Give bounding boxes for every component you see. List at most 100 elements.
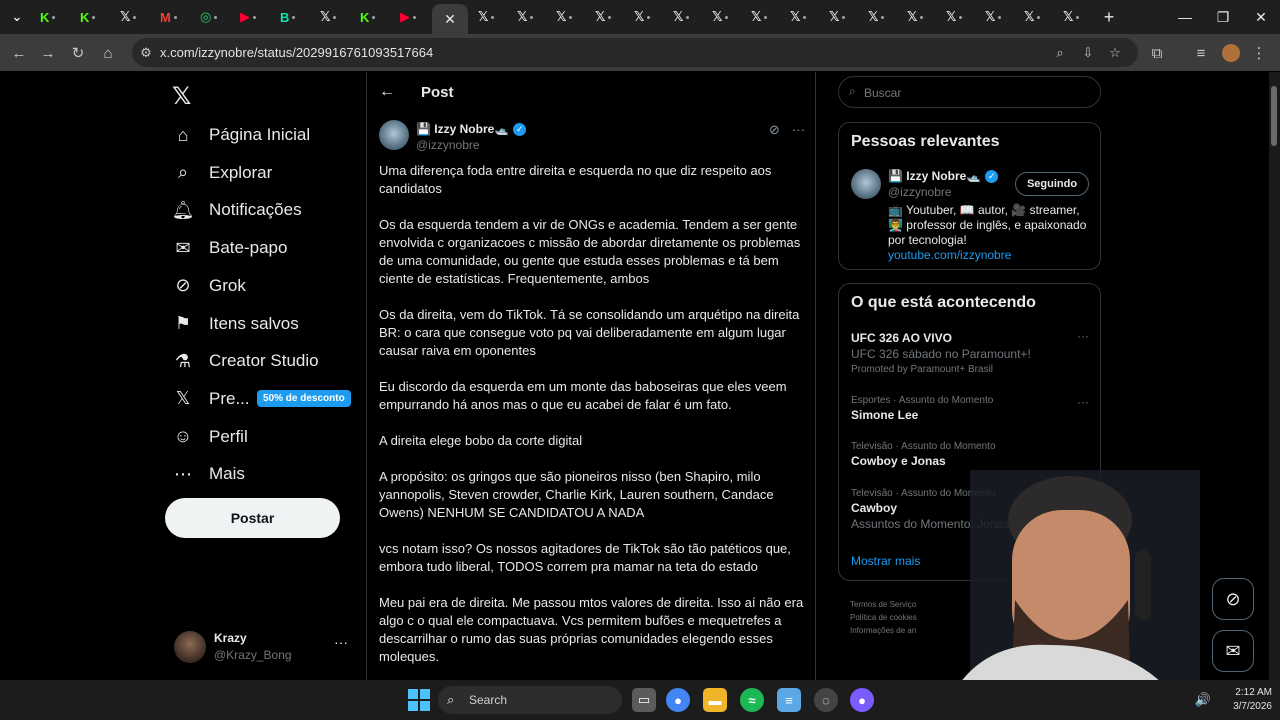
- following-button[interactable]: Seguindo: [1015, 172, 1089, 196]
- back-arrow-icon[interactable]: ←: [379, 83, 395, 101]
- scrollbar-thumb[interactable]: [1271, 86, 1277, 146]
- browser-tab[interactable]: 𝕏: [556, 7, 592, 27]
- browser-tab[interactable]: 𝕏: [829, 7, 865, 27]
- more-options-icon[interactable]: ···: [1077, 329, 1089, 343]
- browser-tab[interactable]: 𝕏: [595, 7, 631, 27]
- url-text[interactable]: x.com/izzynobre/status/20299167610935176…: [160, 45, 433, 60]
- author-handle[interactable]: @izzynobre: [416, 138, 480, 152]
- new-tab-button[interactable]: +: [1098, 6, 1120, 28]
- browser-tab[interactable]: B: [280, 7, 316, 27]
- avatar[interactable]: [851, 169, 881, 199]
- more-options-icon[interactable]: ···: [792, 122, 805, 138]
- tab-close-icon[interactable]: ✕: [444, 11, 456, 28]
- browser-tab[interactable]: 𝕏: [751, 7, 787, 27]
- start-button[interactable]: [408, 689, 430, 711]
- app-icon[interactable]: ◌: [814, 688, 838, 712]
- profile-avatar[interactable]: [1220, 42, 1242, 64]
- browser-tab[interactable]: 𝕏: [517, 7, 553, 27]
- grok-floating-button[interactable]: ⊘: [1212, 578, 1254, 620]
- browser-tab[interactable]: 𝕏: [907, 7, 943, 27]
- spotify-icon[interactable]: ≈: [740, 688, 764, 712]
- messages-floating-button[interactable]: ✉: [1212, 630, 1254, 672]
- volume-icon[interactable]: 🔊: [1195, 688, 1211, 712]
- page-scrollbar[interactable]: [1269, 72, 1280, 680]
- search-input[interactable]: ⌕ Buscar: [838, 76, 1101, 108]
- grok-icon: ⊘: [1225, 588, 1241, 609]
- browser-tab[interactable]: 𝕏: [946, 7, 982, 27]
- nav-item-explorar[interactable]: ⌕ Explorar: [172, 158, 272, 188]
- author-name[interactable]: 💾 Izzy Nobre🛥️: [416, 122, 509, 136]
- system-clock[interactable]: 2:12 AM 3/7/2026: [1212, 686, 1272, 714]
- browser-tab[interactable]: 𝕏: [868, 7, 904, 27]
- home-button[interactable]: ⌂: [97, 42, 119, 64]
- browser-tab[interactable]: ▶: [240, 7, 276, 27]
- relevant-link[interactable]: youtube.com/izzynobre: [888, 248, 1011, 262]
- nav-item-creator-studio[interactable]: ⚗ Creator Studio: [172, 346, 319, 376]
- nav-item-mais[interactable]: ⋯ Mais: [172, 459, 245, 489]
- browser-tab[interactable]: 𝕏: [1024, 7, 1060, 27]
- relevant-name-row[interactable]: 💾 Izzy Nobre🛥️ ✓: [888, 169, 999, 183]
- nav-item-p-gina-inicial[interactable]: ⌂ Página Inicial: [172, 120, 311, 150]
- x-logo-icon[interactable]: 𝕏: [172, 82, 191, 111]
- browser-tab[interactable]: ▶: [400, 7, 436, 27]
- relevant-name[interactable]: 💾 Izzy Nobre🛥️: [888, 169, 981, 183]
- active-tab[interactable]: ✕: [432, 4, 468, 34]
- nav-item-notifica-es[interactable]: 🔔︎ Notificações: [172, 195, 302, 225]
- forward-button[interactable]: →: [37, 42, 59, 64]
- browser-tab[interactable]: K: [40, 7, 76, 27]
- browser-tab[interactable]: 𝕏: [712, 7, 748, 27]
- taskbar-search[interactable]: ⌕ Search: [438, 686, 622, 714]
- nav-item-bate-papo[interactable]: ✉ Bate-papo: [172, 233, 287, 263]
- tab-indicator: [842, 15, 846, 19]
- notepad-icon[interactable]: ≡: [777, 688, 801, 712]
- browser-tab[interactable]: ◎: [200, 7, 236, 27]
- reload-button[interactable]: ↻: [67, 42, 89, 64]
- task-view-icon[interactable]: ▭: [632, 688, 656, 712]
- person-icon: ☺: [173, 426, 193, 447]
- trend-item[interactable]: UFC 326 AO VIVO UFC 326 sábado no Paramou…: [851, 329, 1091, 375]
- browser-tab[interactable]: 𝕏: [673, 7, 709, 27]
- minimize-button[interactable]: —: [1170, 6, 1200, 28]
- zoom-icon[interactable]: ⌕: [1050, 43, 1070, 63]
- premium-discount-badge[interactable]: 50% de desconto: [257, 390, 351, 407]
- tab-indicator: [133, 15, 137, 19]
- browser-tab[interactable]: 𝕏: [790, 7, 826, 27]
- nav-item-itens-salvos[interactable]: ⚑ Itens salvos: [172, 309, 299, 339]
- extensions-icon[interactable]: ⧉: [1146, 42, 1168, 64]
- file-explorer-icon[interactable]: ▬: [703, 688, 727, 712]
- post-button[interactable]: Postar: [165, 498, 340, 538]
- relevant-handle[interactable]: @izzynobre: [888, 185, 952, 199]
- browser-menu-icon[interactable]: ⋮: [1248, 42, 1270, 64]
- install-app-icon[interactable]: ⇩: [1078, 43, 1098, 63]
- nav-item-pre[interactable]: 𝕏 Pre...: [172, 384, 250, 414]
- trend-item[interactable]: Esportes · Assunto do Momento Simone Lee ·…: [851, 395, 1091, 422]
- nav-item-perfil[interactable]: ☺ Perfil: [172, 422, 248, 452]
- browser-tab[interactable]: M: [160, 7, 196, 27]
- search-icon: ⌕: [177, 162, 189, 183]
- author-avatar[interactable]: [379, 120, 409, 150]
- browser-tab[interactable]: 𝕏: [985, 7, 1021, 27]
- chrome-icon[interactable]: ●: [666, 688, 690, 712]
- media-control-icon[interactable]: ≡: [1190, 42, 1212, 64]
- browser-tab[interactable]: 𝕏: [320, 7, 356, 27]
- browser-tab[interactable]: 𝕏: [1063, 7, 1099, 27]
- tab-search-button[interactable]: ⌄: [6, 6, 28, 28]
- restore-button[interactable]: ❐: [1208, 6, 1238, 28]
- browser-tab[interactable]: 𝕏: [478, 7, 514, 27]
- more-options-icon[interactable]: ···: [1077, 395, 1089, 409]
- browser-tab[interactable]: K: [360, 7, 396, 27]
- browser-tab[interactable]: 𝕏: [634, 7, 670, 27]
- browser-tab[interactable]: K: [80, 7, 116, 27]
- browser-tab[interactable]: 𝕏: [120, 7, 156, 27]
- site-info-icon[interactable]: ⚙: [136, 43, 156, 63]
- app-icon-2[interactable]: ●: [850, 688, 874, 712]
- back-button[interactable]: ←: [8, 42, 30, 64]
- grok-explain-icon[interactable]: ⊘: [769, 122, 780, 138]
- more-options-icon[interactable]: ···: [334, 634, 348, 650]
- bookmark-star-icon[interactable]: ☆: [1105, 43, 1125, 63]
- close-window-button[interactable]: ✕: [1246, 6, 1276, 28]
- author-name-row[interactable]: 💾 Izzy Nobre🛥️ ✓: [416, 122, 527, 136]
- address-bar[interactable]: ⚙ x.com/izzynobre/status/202991676109351…: [132, 38, 1138, 67]
- account-switcher[interactable]: Krazy @Krazy_Bong ···: [174, 630, 360, 666]
- nav-item-grok[interactable]: ⊘ Grok: [172, 271, 245, 301]
